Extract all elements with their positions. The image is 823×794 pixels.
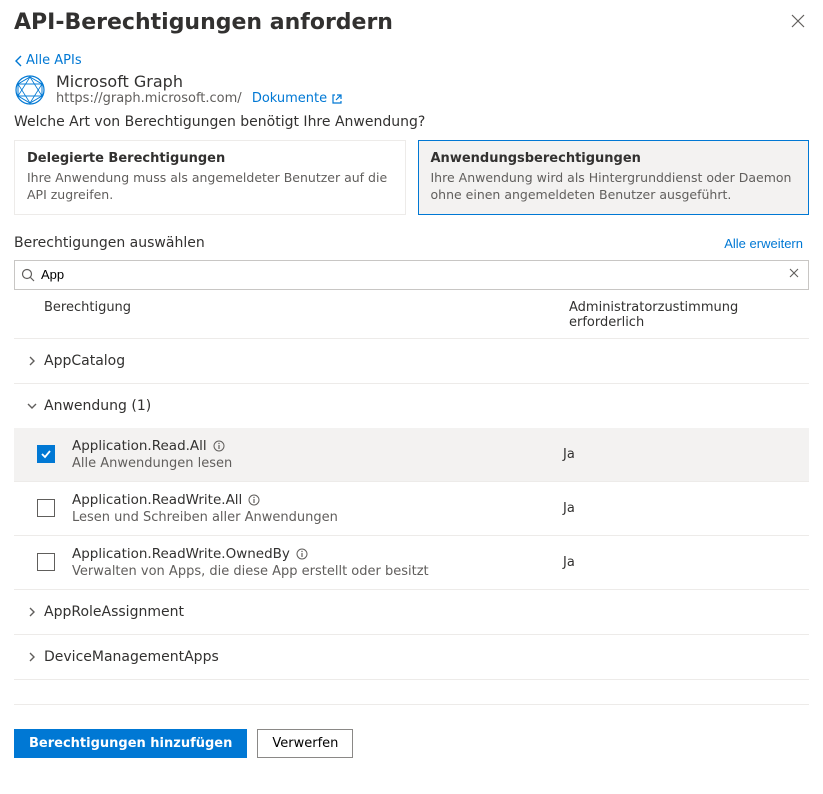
select-permissions-title: Berechtigungen auswählen	[14, 235, 205, 251]
application-desc: Ihre Anwendung wird als Hintergrunddiens…	[431, 170, 797, 204]
group-label: AppRoleAssignment	[44, 604, 184, 620]
search-icon	[21, 268, 35, 282]
docs-link[interactable]: Dokumente	[252, 91, 343, 106]
application-permissions-card[interactable]: Anwendungsberechtigungen Ihre Anwendung …	[418, 140, 810, 215]
permission-desc: Alle Anwendungen lesen	[72, 456, 563, 471]
close-button[interactable]	[787, 10, 809, 37]
permission-type-question: Welche Art von Berechtigungen benötigt I…	[14, 114, 809, 130]
group-approleassignment[interactable]: AppRoleAssignment	[14, 590, 809, 635]
permission-name: Application.Read.All	[72, 438, 207, 454]
col-permission: Berechtigung	[44, 300, 569, 330]
permission-name: Application.ReadWrite.OwnedBy	[72, 546, 290, 562]
permission-admin: Ja	[563, 501, 803, 516]
permission-row: Application.ReadWrite.All Lesen und Schr…	[14, 482, 809, 536]
chevron-right-icon	[20, 606, 44, 618]
delegated-title: Delegierte Berechtigungen	[27, 151, 393, 166]
chevron-down-icon	[20, 400, 44, 412]
permission-row: Application.ReadWrite.OwnedBy Verwalten …	[14, 536, 809, 590]
permission-desc: Verwalten von Apps, die diese App erstel…	[72, 564, 563, 579]
chevron-left-icon	[14, 55, 24, 67]
chevron-right-icon	[20, 355, 44, 367]
info-icon[interactable]	[213, 440, 225, 452]
permission-name: Application.ReadWrite.All	[72, 492, 242, 508]
application-title: Anwendungsberechtigungen	[431, 151, 797, 166]
table-header: Berechtigung Administratorzustimmung erf…	[14, 292, 809, 339]
group-devicemanagementapps[interactable]: DeviceManagementApps	[14, 635, 809, 680]
search-input[interactable]	[35, 263, 786, 286]
permission-checkbox[interactable]	[37, 445, 55, 463]
group-appcatalog[interactable]: AppCatalog	[14, 339, 809, 384]
add-permissions-button[interactable]: Berechtigungen hinzufügen	[14, 729, 247, 758]
external-link-icon	[331, 93, 343, 105]
delegated-permissions-card[interactable]: Delegierte Berechtigungen Ihre Anwendung…	[14, 140, 406, 215]
close-icon	[791, 14, 805, 28]
check-icon	[40, 448, 52, 460]
panel-title: API-Berechtigungen anfordern	[14, 10, 393, 35]
clear-search-button[interactable]	[786, 265, 802, 284]
permission-checkbox[interactable]	[37, 553, 55, 571]
group-anwendung[interactable]: Anwendung (1)	[14, 384, 809, 428]
ms-graph-icon	[14, 74, 46, 106]
chevron-right-icon	[20, 651, 44, 663]
permission-desc: Lesen und Schreiben aller Anwendungen	[72, 510, 563, 525]
back-link-label: Alle APIs	[26, 53, 82, 68]
permission-admin: Ja	[563, 555, 803, 570]
clear-icon	[788, 267, 800, 279]
api-url: https://graph.microsoft.com/	[56, 91, 242, 106]
info-icon[interactable]	[248, 494, 260, 506]
permission-row: Application.Read.All Alle Anwendungen le…	[14, 428, 809, 482]
group-label: Anwendung (1)	[44, 398, 151, 414]
info-icon[interactable]	[296, 548, 308, 560]
discard-button[interactable]: Verwerfen	[257, 729, 353, 758]
permission-checkbox[interactable]	[37, 499, 55, 517]
col-admin-consent: Administratorzustimmung erforderlich	[569, 300, 809, 330]
api-name: Microsoft Graph	[56, 72, 343, 91]
back-link[interactable]: Alle APIs	[14, 53, 82, 68]
group-label: AppCatalog	[44, 353, 125, 369]
delegated-desc: Ihre Anwendung muss als angemeldeter Ben…	[27, 170, 393, 204]
docs-link-label: Dokumente	[252, 91, 327, 106]
search-field-wrap	[14, 260, 809, 290]
permission-admin: Ja	[563, 447, 803, 462]
expand-all-button[interactable]: Alle erweitern	[718, 235, 809, 252]
group-label: DeviceManagementApps	[44, 649, 219, 665]
